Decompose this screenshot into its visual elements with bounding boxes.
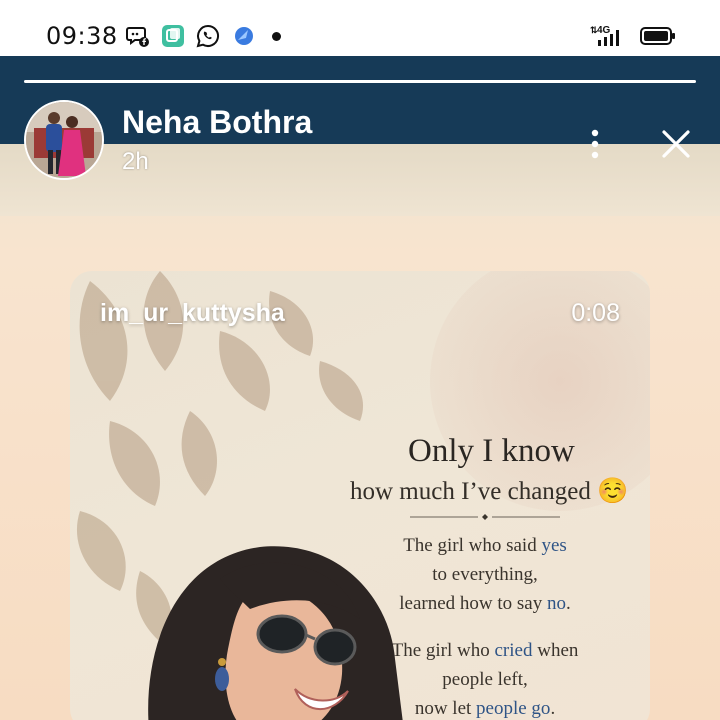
video-duration: 0:08 xyxy=(571,299,620,327)
story-media-card[interactable]: im_ur_kuttysha 0:08 Only I know how much… xyxy=(70,271,650,720)
quote-title: Only I know xyxy=(408,433,575,469)
battery-icon xyxy=(640,27,675,45)
illustrated-girl-image xyxy=(148,546,403,720)
story-username[interactable]: Neha Bothra xyxy=(122,104,312,141)
whatsapp-icon xyxy=(196,24,220,48)
post-author-handle[interactable]: im_ur_kuttysha xyxy=(100,299,285,328)
poem-text: now let xyxy=(414,698,477,719)
poem-text: to everything, xyxy=(432,564,538,585)
poem-text: learned how to say xyxy=(399,593,547,614)
smile-emoji: ☺️ xyxy=(597,478,629,505)
poem-text: The girl who said xyxy=(403,535,542,556)
poem-text: . xyxy=(565,593,571,614)
poem-highlight: yes xyxy=(541,535,567,556)
story-time-ago: 2h xyxy=(122,148,149,175)
poem-highlight: people go xyxy=(476,698,551,719)
ornament-divider xyxy=(410,514,560,520)
avatar[interactable] xyxy=(24,100,104,180)
more-options-icon[interactable] xyxy=(578,124,612,164)
story-header-fade xyxy=(0,144,720,216)
poem-text: people left, xyxy=(442,669,528,690)
story-header-band xyxy=(0,56,720,144)
svg-text:4G: 4G xyxy=(597,25,611,36)
copy-app-icon xyxy=(162,25,184,47)
quote-subtitle-text: how much I’ve changed xyxy=(350,478,591,505)
notification-dot-icon xyxy=(272,32,281,41)
story-progress-bar xyxy=(24,80,696,83)
browser-icon xyxy=(235,27,253,45)
status-bar: 09:38 ⇅ 4G xyxy=(0,0,720,56)
poem-highlight: no xyxy=(546,593,566,614)
poem-highlight: cried xyxy=(494,640,533,661)
signal-icon: ⇅ 4G xyxy=(590,25,619,46)
poem-text: when xyxy=(532,640,579,661)
quote-subtitle: how much I’ve changed ☺️ xyxy=(350,477,628,506)
avatar-photo xyxy=(26,102,102,178)
messenger-facebook-icon xyxy=(126,27,149,47)
poem-text: . xyxy=(550,698,556,719)
close-icon[interactable] xyxy=(656,124,696,164)
status-time: 09:38 xyxy=(46,22,118,50)
